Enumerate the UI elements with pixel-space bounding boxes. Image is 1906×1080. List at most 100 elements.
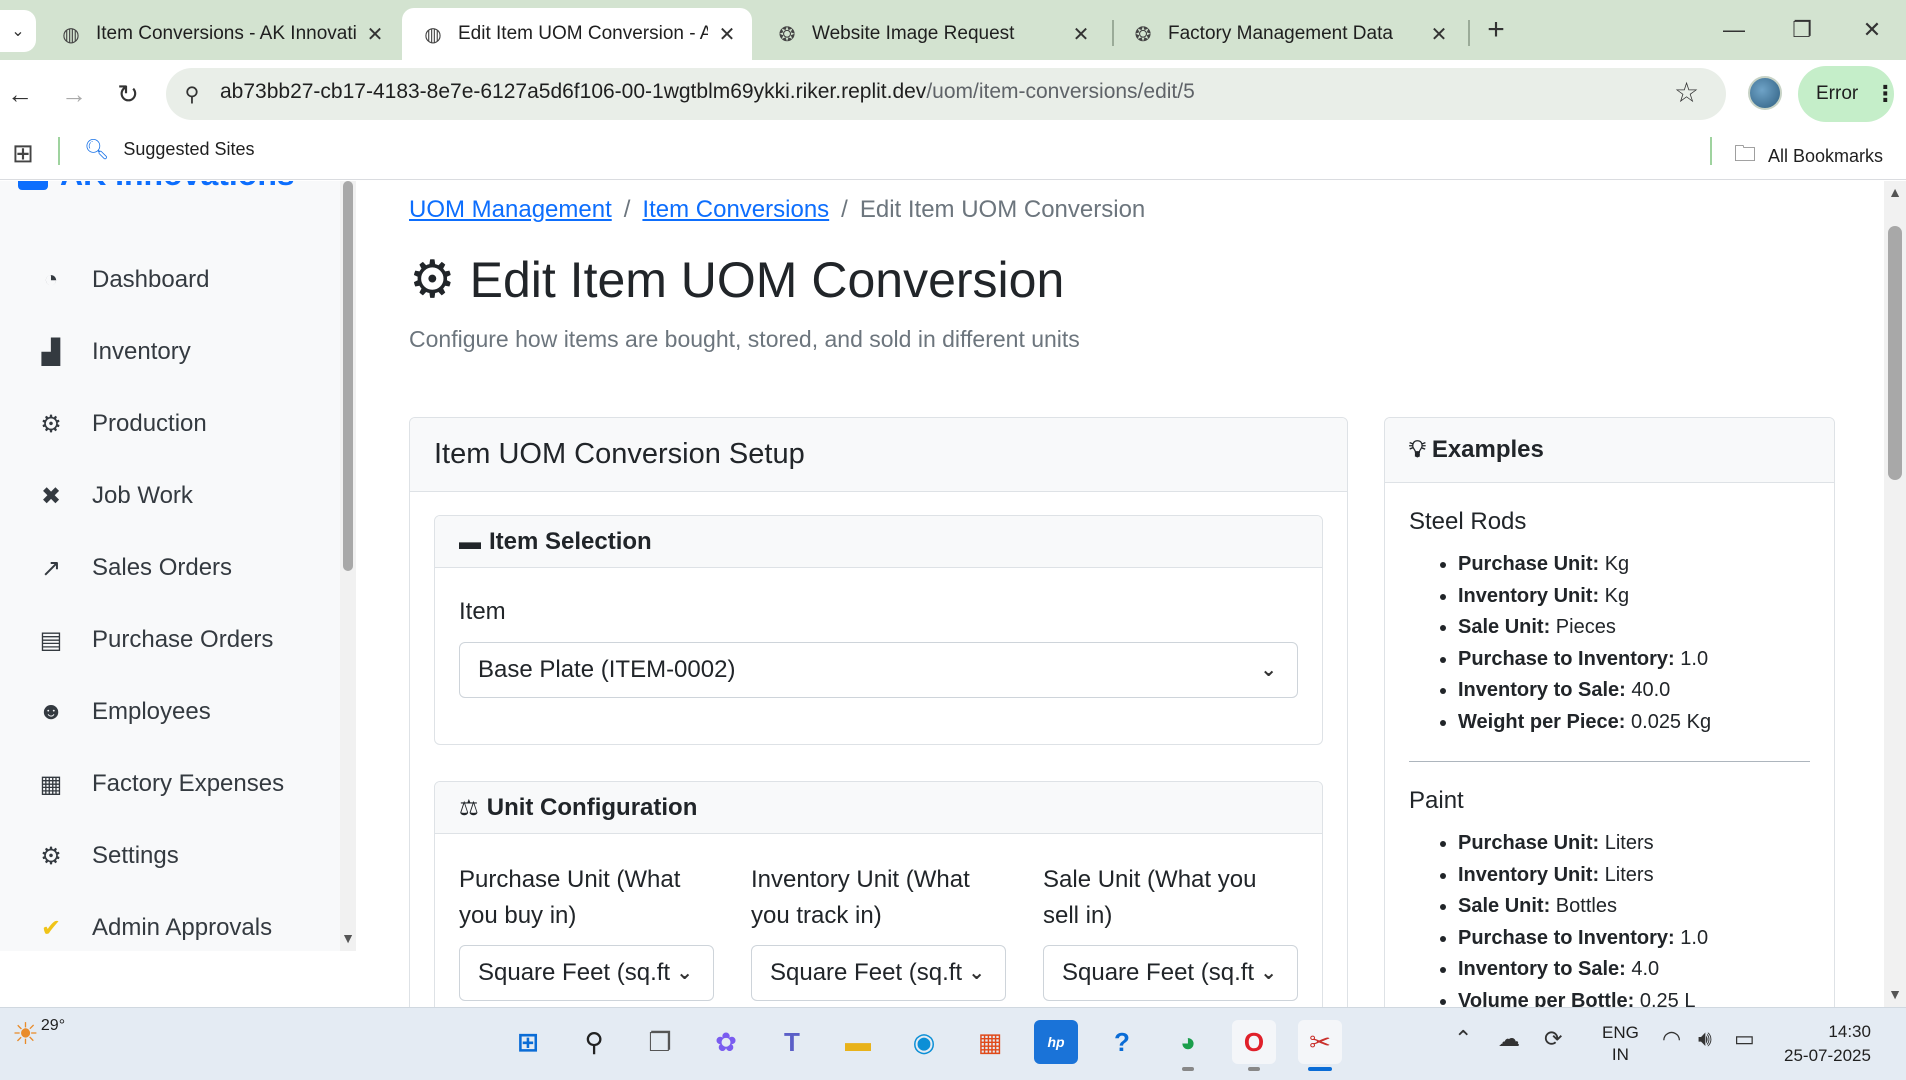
sidebar-item-production[interactable]: ⚙ Production (0, 395, 338, 453)
tab-title: Item Conversions - AK Innovatic (96, 23, 356, 44)
window-close-icon[interactable]: ✕ (1852, 10, 1892, 50)
sidebar-scroll-thumb[interactable] (343, 181, 353, 571)
card-header: Item UOM Conversion Setup (410, 418, 1347, 492)
battery-icon[interactable]: ▭ (1734, 1026, 1755, 1052)
example-title-paint: Paint (1409, 787, 1464, 814)
url-path: /uom/item-conversions/edit/5 (926, 80, 1195, 103)
weather-widget[interactable]: ☀ 29° (12, 1017, 65, 1052)
gears-icon: ⚙ (40, 410, 62, 438)
search-icon[interactable]: ⚲ (572, 1020, 616, 1064)
chart-line-icon: ↗ (40, 554, 62, 582)
error-menu-button[interactable]: Error ⋮ (1798, 66, 1896, 122)
sidebar-item-job-work[interactable]: ✖ Job Work (0, 467, 338, 525)
onedrive-cloud-icon[interactable]: ☁ (1498, 1026, 1520, 1052)
all-bookmarks-link[interactable]: 🗀 All Bookmarks (1734, 137, 1883, 175)
clipboard-check-icon: ✔ (40, 914, 62, 942)
opera-running-indicator (1248, 1067, 1260, 1071)
breadcrumb-separator: / (623, 196, 631, 223)
language-indicator[interactable]: ENG IN (1602, 1022, 1639, 1066)
all-bookmarks-label: All Bookmarks (1768, 145, 1884, 166)
url-text[interactable]: ab73bb27-cb17-4183-8e7e-6127a5d6f106-00-… (220, 80, 1195, 104)
task-view-icon[interactable]: ❐ (638, 1020, 682, 1064)
sale-unit-label: Sale Unit (What you sell in) (1043, 866, 1257, 929)
site-info-tune-icon[interactable]: ⚲ (176, 78, 208, 110)
sidebar-item-dashboard[interactable]: ◔ Dashboard (0, 251, 338, 309)
sidebar-item-label: Settings (92, 842, 179, 869)
section-title: Item Selection (489, 527, 652, 555)
tab-close-icon[interactable]: ✕ (716, 23, 738, 46)
tab-separator (1468, 20, 1470, 46)
gear-icon: ⚙ (409, 251, 456, 309)
tab-close-icon[interactable]: ✕ (1070, 23, 1092, 46)
tab-close-icon[interactable]: ✕ (1428, 23, 1450, 46)
tab-search-chevron-icon[interactable]: ⌄ (0, 10, 36, 52)
help-icon[interactable]: ? (1100, 1020, 1144, 1064)
sidebar-item-label: Inventory (92, 338, 191, 365)
inventory-unit-select[interactable]: Square Feet (sq.ft ⌄ (751, 945, 1006, 1001)
section-title: Unit Configuration (486, 793, 698, 821)
scroll-down-arrow-icon[interactable]: ▼ (1884, 986, 1906, 1006)
list-item: Weight per Piece: 0.025 Kg (1458, 707, 1711, 739)
edge-icon[interactable]: ◉ (902, 1020, 946, 1064)
chevron-down-icon: ⌄ (1256, 960, 1277, 985)
browser-tab-edit-conversion[interactable]: ◍ Edit Item UOM Conversion - AK ✕ (402, 8, 752, 60)
weather-sun-icon: ☀ (12, 1018, 39, 1051)
windows-start-icon[interactable]: ⊞ (506, 1020, 550, 1064)
dashboard-icon: ◔ (43, 266, 59, 293)
snipping-tool-icon[interactable]: ✂ (1298, 1020, 1342, 1064)
sidebar-item-settings[interactable]: ⚙ Settings (0, 827, 338, 885)
apps-grid-icon[interactable]: ⊞ (12, 138, 34, 169)
restore-icon[interactable]: ❐ (1782, 10, 1822, 50)
teams-icon[interactable]: T (770, 1020, 814, 1064)
suggested-sites-link[interactable]: 🔍︎ Suggested Sites (84, 137, 254, 162)
sidebar-item-factory-expenses[interactable]: ▦ Factory Expenses (0, 755, 338, 813)
chrome-icon[interactable]: ◕ (1166, 1020, 1210, 1064)
system-clock[interactable]: 14:30 25-07-2025 (1784, 1020, 1871, 1068)
browser-tab-item-conversions[interactable]: ◍ Item Conversions - AK Innovatic ✕ (40, 8, 400, 60)
forward-arrow-icon[interactable]: → (58, 78, 90, 110)
breadcrumb-separator: / (841, 196, 848, 223)
purchase-unit-select[interactable]: Square Feet (sq.ft ⌄ (459, 945, 714, 1001)
sidebar-item-inventory[interactable]: ▟ Inventory (0, 323, 338, 381)
scroll-down-arrow-icon[interactable]: ▼ (340, 930, 356, 950)
back-arrow-icon[interactable]: ← (4, 78, 36, 110)
browser-tab-website-image[interactable]: ❂ Website Image Request ✕ (756, 8, 1106, 60)
microsoft-store-icon[interactable]: ▦ (968, 1020, 1012, 1064)
sidebar-item-admin-approvals[interactable]: ✔ Admin Approvals (0, 899, 338, 957)
opera-icon[interactable]: O (1232, 1020, 1276, 1064)
volume-icon[interactable]: 🔊︎ (1698, 1026, 1712, 1052)
breadcrumb-item-conversions[interactable]: Item Conversions (642, 196, 829, 223)
boxes-icon: ▟ (41, 338, 61, 366)
globe-icon: ◍ (62, 23, 80, 46)
sidebar-item-label: Dashboard (92, 266, 210, 293)
page-title: ⚙ Edit Item UOM Conversion (409, 250, 1064, 310)
new-tab-plus-icon[interactable]: + (1480, 13, 1512, 46)
list-item: Inventory to Sale: 40.0 (1458, 675, 1711, 707)
breadcrumb-uom-management[interactable]: UOM Management (409, 196, 612, 223)
sidebar-item-purchase-orders[interactable]: ▤ Purchase Orders (0, 611, 338, 669)
clock-date: 25-07-2025 (1784, 1046, 1871, 1065)
divider (1409, 761, 1810, 762)
reload-icon[interactable]: ↻ (112, 78, 144, 110)
sync-icon[interactable]: ⟳ (1544, 1026, 1562, 1052)
scroll-up-arrow-icon[interactable]: ▲ (1884, 184, 1906, 204)
list-item: Inventory Unit: Kg (1458, 581, 1711, 613)
file-explorer-icon[interactable]: ▬ (836, 1020, 880, 1064)
sidebar-item-employees[interactable]: ☻ Employees (0, 683, 338, 741)
tab-title: Factory Management Data (1168, 23, 1393, 44)
sidebar-item-sales-orders[interactable]: ↗ Sales Orders (0, 539, 338, 597)
sale-unit-select[interactable]: Square Feet (sq.ft ⌄ (1043, 945, 1298, 1001)
wifi-icon[interactable]: ◠ (1662, 1026, 1681, 1052)
minimize-icon[interactable]: — (1714, 10, 1754, 50)
lightbulb-icon: 💡︎ (1409, 436, 1426, 463)
bookmark-star-icon[interactable]: ☆ (1674, 76, 1699, 109)
item-select[interactable]: Base Plate (ITEM-0002) ⌄ (459, 642, 1298, 698)
myhp-icon[interactable]: hp (1034, 1020, 1078, 1064)
browser-tab-factory-data[interactable]: ❂ Factory Management Data ✕ (1112, 8, 1464, 60)
show-hidden-icons-chevron-icon[interactable]: ⌃ (1454, 1026, 1472, 1052)
users-icon: ☻ (38, 698, 64, 725)
page-scroll-thumb[interactable] (1888, 226, 1902, 480)
profile-avatar[interactable] (1748, 76, 1782, 110)
copilot-icon[interactable]: ✿ (704, 1020, 748, 1064)
tab-close-icon[interactable]: ✕ (364, 23, 386, 46)
